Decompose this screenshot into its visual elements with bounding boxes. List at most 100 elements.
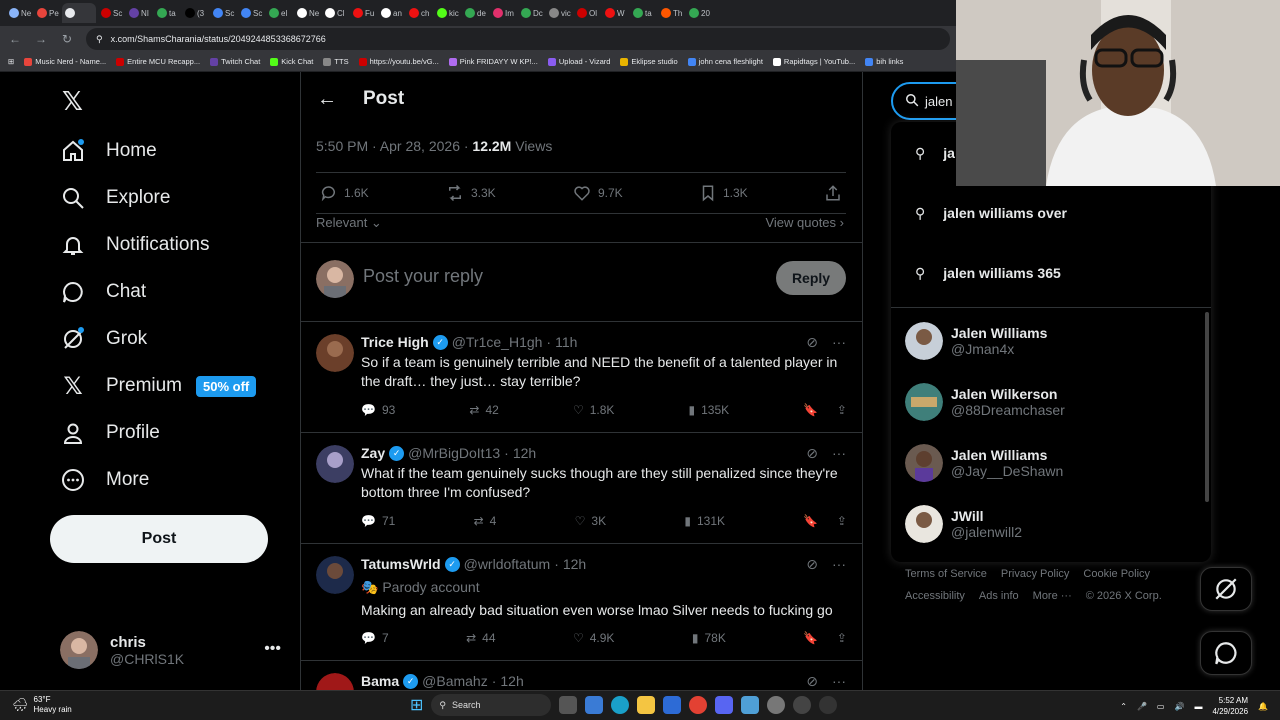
apps-grid-icon[interactable]: ⊞ bbox=[8, 57, 14, 66]
reply-time[interactable]: 12h bbox=[500, 673, 523, 689]
post-button[interactable]: Post bbox=[50, 515, 268, 563]
bookmark-item[interactable]: Twitch Chat bbox=[210, 57, 260, 66]
bookmark-item[interactable]: Entire MCU Recapp... bbox=[116, 57, 200, 66]
like-action[interactable]: ♡ 4.9K bbox=[573, 631, 614, 645]
footer-link[interactable]: Privacy Policy bbox=[1001, 568, 1069, 580]
browser-tab[interactable]: Ne bbox=[6, 3, 32, 23]
browser-tab[interactable]: Th bbox=[658, 3, 684, 23]
reply-time[interactable]: 11h bbox=[555, 334, 577, 350]
more-horizontal-icon[interactable]: ··· bbox=[832, 673, 846, 690]
store-icon[interactable] bbox=[663, 696, 682, 714]
back-arrow-icon[interactable]: ← bbox=[8, 32, 22, 46]
reply-author-name[interactable]: Zay bbox=[361, 445, 385, 461]
more-horizontal-icon[interactable]: ··· bbox=[832, 445, 846, 462]
chevron-up-icon[interactable]: ⌃ bbox=[1120, 702, 1127, 711]
browser-tab[interactable] bbox=[62, 3, 96, 23]
reply-input[interactable]: Post your reply bbox=[363, 266, 483, 287]
microphone-icon[interactable]: 🎤 bbox=[1137, 702, 1147, 711]
more-horizontal-icon[interactable]: ··· bbox=[832, 334, 846, 351]
views-action[interactable]: ▮ 135K bbox=[689, 403, 730, 417]
share-icon[interactable]: ⇪ bbox=[837, 514, 847, 528]
share-icon[interactable]: ⇪ bbox=[837, 631, 847, 645]
browser-tab[interactable]: an bbox=[378, 3, 404, 23]
user-suggestion[interactable]: Jalen Wilkerson @88Dreamchaser bbox=[905, 383, 1065, 421]
repost-action[interactable]: ⇄ 4 bbox=[474, 514, 497, 528]
reply-author-handle[interactable]: @Tr1ce_H1gh bbox=[452, 334, 543, 350]
browser-tab[interactable]: el bbox=[266, 3, 292, 23]
bookmark-item[interactable]: Music Nerd - Name... bbox=[24, 57, 106, 66]
x-logo-icon[interactable]: 𝕏 bbox=[62, 86, 83, 117]
post-timestamp[interactable]: 5:50 PM · Apr 28, 2026 · bbox=[316, 138, 472, 154]
footer-link[interactable]: Cookie Policy bbox=[1083, 568, 1150, 580]
repost-action[interactable]: ⇄ 42 bbox=[469, 403, 498, 417]
media-player-icon[interactable] bbox=[819, 696, 838, 714]
reply-button[interactable]: Reply bbox=[776, 261, 846, 295]
nav-profile[interactable]: Profile bbox=[60, 420, 160, 446]
file-explorer-icon[interactable] bbox=[637, 696, 656, 714]
site-info-icon[interactable]: ⚲ bbox=[96, 34, 103, 45]
volume-icon[interactable]: 🔊 bbox=[1174, 702, 1184, 711]
browser-tab[interactable]: 20 bbox=[686, 3, 712, 23]
browser-tab[interactable]: W bbox=[602, 3, 628, 23]
grok-icon[interactable]: ⊘ bbox=[806, 673, 818, 690]
browser-tab[interactable]: ta bbox=[630, 3, 656, 23]
browser-tab[interactable]: Pe bbox=[34, 3, 60, 23]
task-view-icon[interactable] bbox=[559, 696, 578, 714]
repost-action[interactable]: ⇄ 44 bbox=[466, 631, 495, 645]
browser-tab[interactable]: Im bbox=[490, 3, 516, 23]
reply-author-name[interactable]: TatumsWrld bbox=[361, 556, 441, 572]
back-arrow-icon[interactable]: ← bbox=[317, 88, 337, 111]
reply-author-name[interactable]: Trice High bbox=[361, 334, 429, 350]
reply-time[interactable]: 12h bbox=[513, 445, 536, 461]
browser-tab[interactable]: kic bbox=[434, 3, 460, 23]
nav-premium[interactable]: 𝕏 Premium 50% off bbox=[60, 373, 257, 400]
browser-tab[interactable]: Sc bbox=[98, 3, 124, 23]
clock[interactable]: 5:52 AM 4/29/2026 bbox=[1212, 695, 1248, 717]
footer-link[interactable]: Ads info bbox=[979, 590, 1019, 602]
nav-notifications[interactable]: Notifications bbox=[60, 232, 210, 258]
bookmark-item[interactable]: Upload - Vizard bbox=[547, 57, 610, 66]
reply-time[interactable]: 12h bbox=[563, 556, 586, 572]
reply-author-handle[interactable]: @Bamahz bbox=[422, 673, 488, 689]
more-horizontal-icon[interactable]: ••• bbox=[264, 640, 281, 658]
bookmark-item[interactable]: Eklipse studio bbox=[620, 57, 678, 66]
bookmark-item[interactable]: Kick Chat bbox=[270, 57, 313, 66]
reply-item[interactable]: Zay ✓ @MrBigDoIt13 · 12h ⊘ ··· What if th… bbox=[301, 433, 862, 544]
views-action[interactable]: ▮ 78K bbox=[692, 631, 726, 645]
like-action[interactable]: ♡ 1.8K bbox=[573, 403, 614, 417]
browser-tab[interactable]: Cl bbox=[322, 3, 348, 23]
user-suggestion[interactable]: Jalen Williams @Jman4x bbox=[905, 322, 1047, 360]
footer-link[interactable]: Accessibility bbox=[905, 590, 965, 602]
grok-icon[interactable]: ⊘ bbox=[806, 556, 818, 573]
user-suggestion[interactable]: JWill @jalenwill2 bbox=[905, 505, 1022, 543]
network-icon[interactable]: ▭ bbox=[1157, 702, 1165, 711]
share-icon[interactable]: ⇪ bbox=[837, 403, 847, 417]
notifications-bell-icon[interactable]: 🔔 bbox=[1258, 702, 1268, 711]
messages-fab-button[interactable] bbox=[1200, 631, 1252, 675]
browser-tab[interactable]: Sc bbox=[238, 3, 264, 23]
browser-tab[interactable]: ch bbox=[406, 3, 432, 23]
browser-tab[interactable]: Fu bbox=[350, 3, 376, 23]
bookmark-item[interactable]: https://youtu.be/vG... bbox=[358, 57, 439, 66]
browser-tab[interactable]: ta bbox=[154, 3, 180, 23]
chrome-icon[interactable] bbox=[689, 696, 708, 714]
views-action[interactable]: ▮ 131K bbox=[684, 514, 725, 528]
reply-author-name[interactable]: Bama bbox=[361, 673, 399, 689]
edge-icon[interactable] bbox=[611, 696, 630, 714]
reload-icon[interactable]: ↻ bbox=[60, 32, 74, 46]
grok-icon[interactable]: ⊘ bbox=[806, 334, 818, 351]
reply-action[interactable]: 💬 71 bbox=[361, 514, 395, 528]
avatar[interactable] bbox=[316, 445, 354, 483]
browser-tab[interactable]: de bbox=[462, 3, 488, 23]
reply-item[interactable]: TatumsWrld ✓ @wrldoftatum · 12h 🎭 Parody… bbox=[301, 544, 862, 661]
reply-author-handle[interactable]: @wrldoftatum bbox=[464, 556, 551, 572]
browser-tab[interactable]: Ol bbox=[574, 3, 600, 23]
bookmark-item[interactable]: john cena fleshlight bbox=[687, 57, 763, 66]
browser-tab[interactable]: Dc bbox=[518, 3, 544, 23]
reply-author-handle[interactable]: @MrBigDoIt13 bbox=[408, 445, 500, 461]
browser-tab[interactable]: vic bbox=[546, 3, 572, 23]
nav-explore[interactable]: Explore bbox=[60, 185, 170, 211]
copilot-icon[interactable] bbox=[585, 696, 604, 714]
bookmark-icon[interactable]: 🔖 bbox=[803, 514, 818, 528]
account-switcher[interactable]: chris @CHRlS1K ••• bbox=[60, 628, 285, 672]
